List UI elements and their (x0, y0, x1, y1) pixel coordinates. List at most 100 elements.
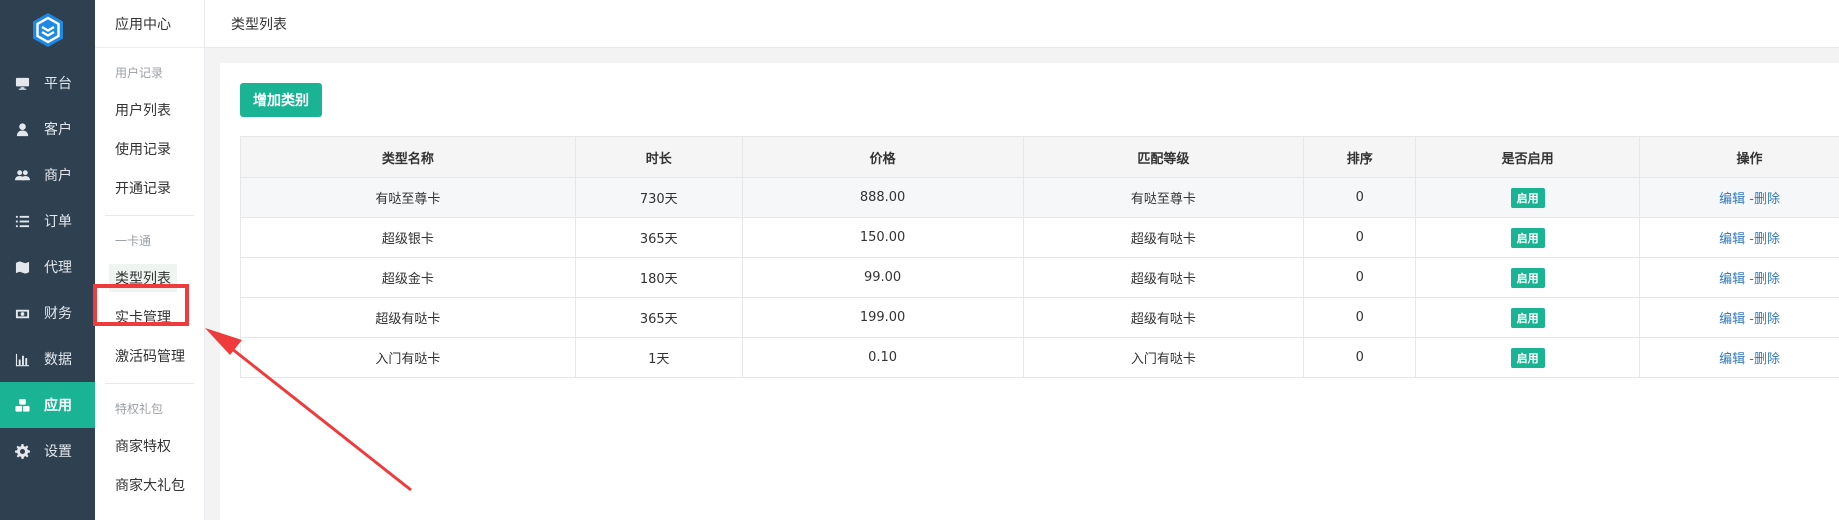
column-header: 是否启用 (1415, 136, 1641, 178)
cell-name: 入门有哒卡 (240, 337, 576, 378)
users-icon (14, 167, 30, 183)
cell-sort: 0 (1303, 337, 1417, 378)
status-badge: 启用 (1510, 307, 1545, 328)
table-row: 超级有哒卡 365天 199.00 超级有哒卡 0 启用 编辑 -删除 (240, 297, 1839, 338)
subnav-group-title: 特权礼包 (115, 401, 164, 416)
subnav-title: 应用中心 (95, 0, 204, 48)
delete-link[interactable]: 删除 (1754, 352, 1780, 367)
status-badge: 启用 (1510, 267, 1545, 288)
subnav-item-merchant-gift[interactable]: 商家大礼包 (95, 465, 204, 504)
cell-actions: 编辑 -删除 (1639, 257, 1839, 298)
edit-link[interactable]: 编辑 (1719, 192, 1745, 207)
cell-level: 超级有哒卡 (1022, 217, 1305, 258)
cell-price: 150.00 (741, 217, 1024, 258)
subnav-item-usage-log[interactable]: 使用记录 (95, 129, 204, 168)
column-header: 排序 (1303, 136, 1417, 178)
edit-link[interactable]: 编辑 (1719, 352, 1745, 367)
cell-actions: 编辑 -删除 (1639, 217, 1839, 258)
divider (105, 215, 194, 216)
sidebar-item-merchant[interactable]: 商户 (0, 152, 95, 198)
page-title: 类型列表 (231, 16, 287, 33)
cell-status: 启用 (1415, 297, 1641, 338)
table-row: 有哒至尊卡 730天 888.00 有哒至尊卡 0 启用 编辑 -删除 (240, 177, 1839, 218)
cell-price: 888.00 (741, 177, 1024, 218)
sub-sidebar: 应用中心 用户记录 用户列表 使用记录 开通记录 一卡通 类型列表 实卡管理 激… (95, 0, 205, 520)
sidebar-item-platform[interactable]: 平台 (0, 60, 95, 106)
column-header: 类型名称 (240, 136, 576, 178)
sidebar-item-label: 客户 (44, 122, 72, 138)
cell-duration: 365天 (574, 217, 743, 258)
subnav-item-activation-log[interactable]: 开通记录 (95, 168, 204, 207)
gear-icon (14, 443, 30, 459)
sidebar-item-finance[interactable]: 财务 (0, 290, 95, 336)
sidebar-item-data[interactable]: 数据 (0, 336, 95, 382)
cell-sort: 0 (1303, 297, 1417, 338)
action-separator: - (1745, 312, 1754, 327)
cell-sort: 0 (1303, 177, 1417, 218)
sidebar-item-label: 设置 (44, 444, 72, 460)
column-header: 操作 (1639, 136, 1839, 178)
type-table: 类型名称 时长 价格 匹配等级 排序 是否启用 操作 有哒至尊卡 730天 88… (240, 136, 1839, 378)
subnav-item-type-list[interactable]: 类型列表 (95, 258, 204, 297)
edit-link[interactable]: 编辑 (1719, 272, 1745, 287)
subnav-item-label: 类型列表 (109, 263, 177, 292)
cell-status: 启用 (1415, 177, 1641, 218)
add-category-button[interactable]: 增加类别 (240, 83, 322, 117)
sidebar-item-settings[interactable]: 设置 (0, 428, 95, 474)
delete-link[interactable]: 删除 (1754, 272, 1780, 287)
cell-name: 超级银卡 (240, 217, 576, 258)
subnav-group-title: 一卡通 (115, 233, 152, 248)
sidebar-item-label: 商户 (44, 168, 72, 184)
action-separator: - (1745, 272, 1754, 287)
sidebar-item-label: 平台 (44, 76, 72, 92)
cell-actions: 编辑 -删除 (1639, 337, 1839, 378)
delete-link[interactable]: 删除 (1754, 192, 1780, 207)
logo-icon (32, 13, 63, 47)
cell-price: 199.00 (741, 297, 1024, 338)
sidebar-item-apps[interactable]: 应用 (0, 382, 95, 428)
edit-link[interactable]: 编辑 (1719, 312, 1745, 327)
column-header: 匹配等级 (1022, 136, 1305, 178)
cell-actions: 编辑 -删除 (1639, 177, 1839, 218)
monitor-icon (14, 75, 30, 91)
sidebar-item-agent[interactable]: 代理 (0, 244, 95, 290)
status-badge: 启用 (1510, 187, 1545, 208)
cell-price: 99.00 (741, 257, 1024, 298)
subnav-item-physical-card[interactable]: 实卡管理 (95, 297, 204, 336)
main-sidebar: 平台 客户 商户 订单 代理 财务 数据 应用 设置 (0, 0, 95, 520)
column-header: 价格 (741, 136, 1024, 178)
cell-status: 启用 (1415, 337, 1641, 378)
table-row: 超级银卡 365天 150.00 超级有哒卡 0 启用 编辑 -删除 (240, 217, 1839, 258)
cell-duration: 1天 (574, 337, 743, 378)
sidebar-item-order[interactable]: 订单 (0, 198, 95, 244)
sidebar-item-customer[interactable]: 客户 (0, 106, 95, 152)
status-badge: 启用 (1510, 347, 1545, 368)
sidebar-item-label: 代理 (44, 260, 72, 276)
map-icon (14, 259, 30, 275)
cell-price: 0.10 (741, 337, 1024, 378)
cell-level: 超级有哒卡 (1022, 297, 1305, 338)
cell-status: 启用 (1415, 257, 1641, 298)
edit-link[interactable]: 编辑 (1719, 232, 1745, 247)
action-separator: - (1745, 232, 1754, 247)
divider (105, 383, 194, 384)
bar-chart-icon (14, 351, 30, 367)
cell-duration: 730天 (574, 177, 743, 218)
table-row: 入门有哒卡 1天 0.10 入门有哒卡 0 启用 编辑 -删除 (240, 337, 1839, 378)
app-logo[interactable] (0, 0, 95, 60)
sidebar-item-label: 财务 (44, 306, 72, 322)
cell-sort: 0 (1303, 217, 1417, 258)
cell-duration: 180天 (574, 257, 743, 298)
subnav-item-merchant-privilege[interactable]: 商家特权 (95, 426, 204, 465)
table-header-row: 类型名称 时长 价格 匹配等级 排序 是否启用 操作 (240, 136, 1839, 178)
delete-link[interactable]: 删除 (1754, 232, 1780, 247)
subnav-item-user-list[interactable]: 用户列表 (95, 90, 204, 129)
subnav-item-activation-code[interactable]: 激活码管理 (95, 336, 204, 375)
cell-status: 启用 (1415, 217, 1641, 258)
delete-link[interactable]: 删除 (1754, 312, 1780, 327)
cell-duration: 365天 (574, 297, 743, 338)
cubes-icon (14, 397, 30, 413)
main-panel: 增加类别 类型名称 时长 价格 匹配等级 排序 是否启用 操作 有哒至尊卡 73… (220, 63, 1839, 520)
sidebar-item-label: 数据 (44, 352, 72, 368)
user-icon (14, 121, 30, 137)
